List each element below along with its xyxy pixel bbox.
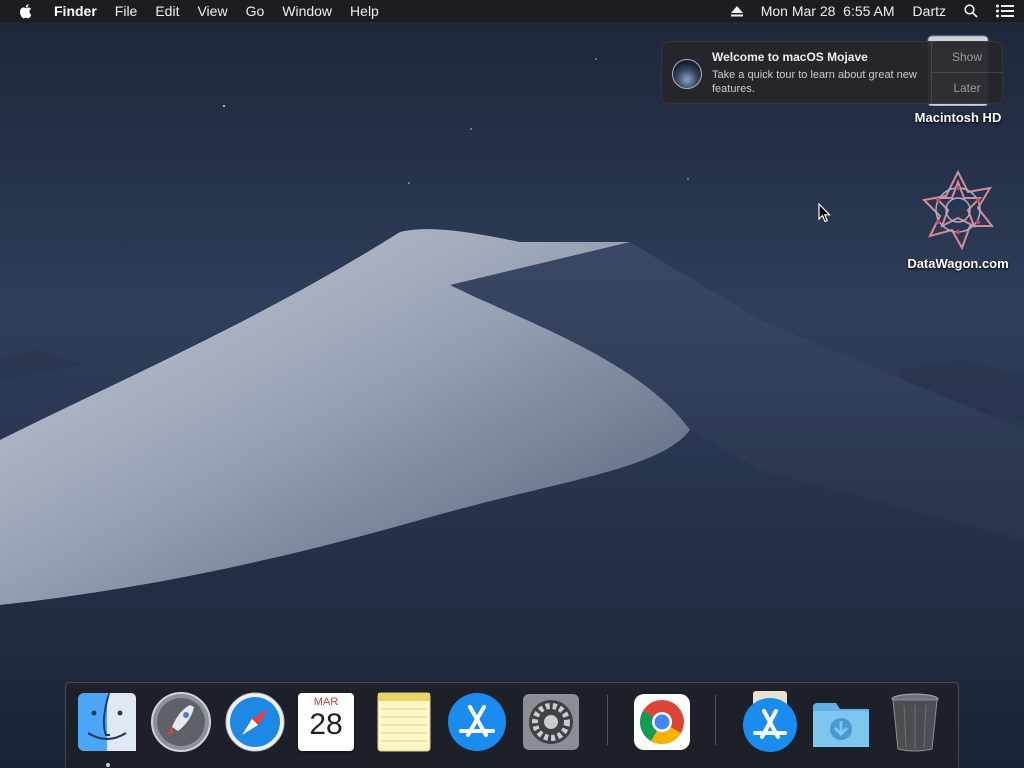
menu-help[interactable]: Help bbox=[350, 3, 379, 19]
notification-body[interactable]: Welcome to macOS Mojave Take a quick tou… bbox=[712, 42, 931, 103]
app-store-icon[interactable] bbox=[446, 691, 508, 753]
system-preferences-icon[interactable] bbox=[520, 691, 582, 753]
desktop-icon-datawagon[interactable]: DataWagon.com bbox=[898, 168, 1018, 271]
menu-finder[interactable]: Finder bbox=[54, 3, 97, 19]
desktop-icon-label: Macintosh HD bbox=[914, 110, 1002, 125]
chrome-icon[interactable] bbox=[631, 691, 693, 753]
calendar-day: 28 bbox=[309, 708, 343, 741]
menu-bar: Finder File Edit View Go Window Help Mon… bbox=[0, 0, 1024, 22]
menu-view[interactable]: View bbox=[197, 3, 227, 19]
finder-running-indicator bbox=[106, 763, 110, 767]
later-button[interactable]: Later bbox=[932, 72, 1002, 103]
calendar-month: MAR bbox=[313, 696, 339, 708]
notes-icon[interactable] bbox=[372, 691, 434, 753]
desktop[interactable] bbox=[0, 0, 1024, 768]
dock-separator bbox=[715, 695, 716, 745]
mojave-dune-wallpaper bbox=[0, 58, 1024, 768]
menu-edit[interactable]: Edit bbox=[155, 3, 179, 19]
safari-icon[interactable] bbox=[224, 691, 286, 753]
notification-actions: Show Later bbox=[931, 42, 1002, 103]
menu-window[interactable]: Window bbox=[282, 3, 332, 19]
finder-icon[interactable] bbox=[76, 691, 138, 753]
notification-title: Welcome to macOS Mojave bbox=[712, 50, 868, 64]
menu-go[interactable]: Go bbox=[246, 3, 265, 19]
spotlight-search-icon[interactable] bbox=[964, 4, 978, 18]
menu-file[interactable]: File bbox=[115, 3, 138, 19]
apple-icon[interactable] bbox=[18, 3, 34, 19]
dock-separator bbox=[607, 695, 608, 745]
notification-banner[interactable]: Welcome to macOS Mojave Take a quick tou… bbox=[661, 41, 1003, 104]
mojave-icon bbox=[672, 59, 702, 89]
datawagon-icon bbox=[921, 169, 995, 251]
notification-text: Take a quick tour to learn about great n… bbox=[712, 69, 917, 95]
mouse-pointer-icon bbox=[818, 203, 831, 223]
trash-icon[interactable] bbox=[884, 691, 946, 753]
desktop-icon-label: DataWagon.com bbox=[907, 256, 1009, 271]
app-store-downloads-icon[interactable] bbox=[739, 691, 801, 753]
show-button[interactable]: Show bbox=[932, 42, 1002, 72]
downloads-folder-icon[interactable] bbox=[810, 691, 872, 753]
user-menu[interactable]: Dartz bbox=[913, 3, 946, 19]
eject-icon[interactable] bbox=[730, 5, 743, 17]
dock: MAR 28 bbox=[65, 682, 959, 768]
clock[interactable]: Mon Mar 28 6:55 AM bbox=[761, 3, 895, 19]
launchpad-icon[interactable] bbox=[150, 691, 212, 753]
notification-center-icon[interactable] bbox=[996, 4, 1014, 18]
calendar-icon[interactable]: MAR 28 bbox=[298, 693, 354, 751]
